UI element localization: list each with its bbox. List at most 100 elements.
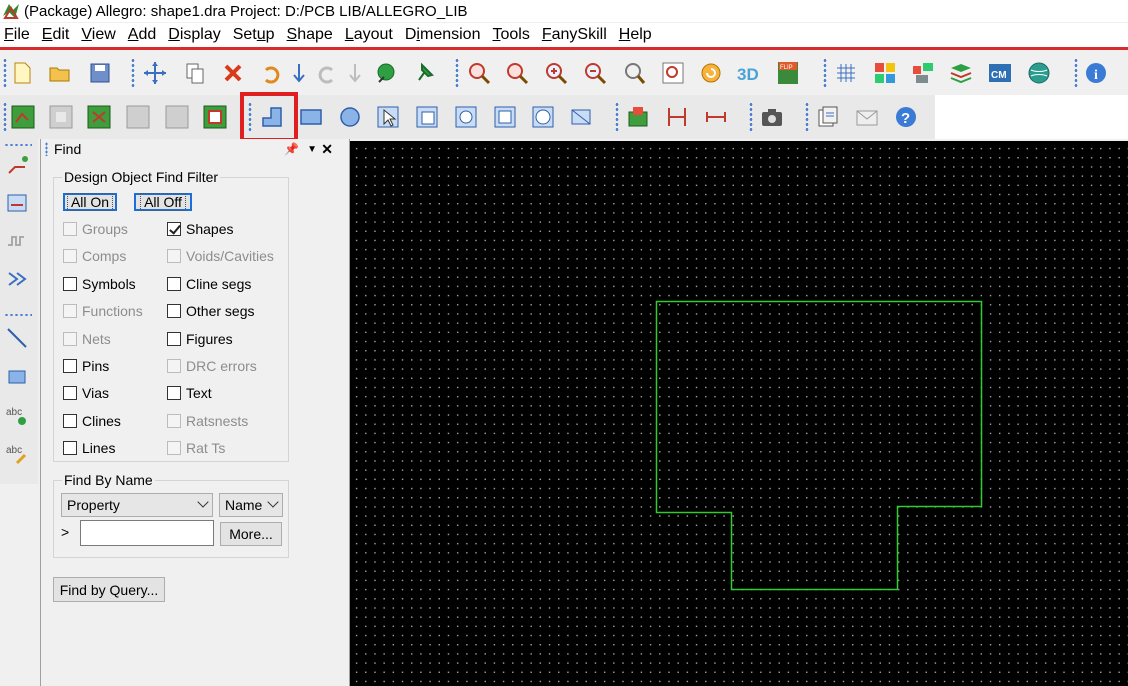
place-component-icon[interactable] [623,102,653,132]
name-select[interactable]: Name [219,493,283,517]
new-file-icon[interactable] [7,58,37,88]
dimension2-icon[interactable] [701,102,731,132]
checkbox-symbols[interactable]: Symbols [63,276,136,292]
zoom-points-icon[interactable] [502,58,532,88]
3d-view-icon[interactable]: 3D [734,58,764,88]
void-rect-icon[interactable] [490,102,520,132]
toolbar-grip[interactable] [455,58,459,88]
shape-add-circle-icon[interactable] [335,102,365,132]
checkbox-box[interactable] [167,222,181,236]
checkbox-clines[interactable]: Clines [63,413,121,429]
pin-icon[interactable] [409,58,439,88]
refresh-icon[interactable] [696,58,726,88]
menu-file[interactable]: File [4,26,30,44]
menu-edit[interactable]: Edit [42,26,70,44]
checkbox-box[interactable] [63,386,77,401]
checkbox-box[interactable] [167,386,181,401]
shape-boundary-icon[interactable] [200,102,230,132]
zoom-previous-icon[interactable] [619,58,649,88]
find-by-query-button[interactable]: Find by Query... [53,577,165,602]
toolbar-grip[interactable] [1074,58,1078,88]
shape-edit-icon[interactable] [84,102,114,132]
zoom-in-icon[interactable] [541,58,571,88]
toolbar-grip[interactable] [615,102,619,132]
merge-shapes-icon[interactable] [567,102,597,132]
menu-add[interactable]: Add [128,26,156,44]
canvas-splitter[interactable] [342,139,350,686]
close-icon[interactable]: ✕ [321,141,333,158]
checkbox-box[interactable] [167,276,181,291]
line-tool-icon[interactable] [3,324,31,352]
checkbox-lines[interactable]: Lines [63,440,115,456]
shape-outline[interactable] [655,300,983,591]
camera-icon[interactable] [757,102,787,132]
name-input[interactable] [80,520,214,546]
shape-add-icon[interactable] [8,102,38,132]
checkbox-box[interactable] [167,331,181,346]
checkbox-figures[interactable]: Figures [167,331,233,347]
checkbox-box[interactable] [63,441,77,456]
void-element-icon[interactable] [528,102,558,132]
checkbox-box[interactable] [63,413,77,428]
rect-tool-icon[interactable] [3,363,31,391]
green-pick-icon[interactable] [371,58,401,88]
menu-display[interactable]: Display [168,26,220,44]
menu-help[interactable]: Help [619,26,652,44]
manual-void-icon[interactable] [412,102,442,132]
menu-layout[interactable]: Layout [345,26,393,44]
zoom-out-icon[interactable] [580,58,610,88]
export-icon[interactable] [813,102,843,132]
more-button[interactable]: More... [220,522,282,546]
color-icon[interactable] [870,58,900,88]
dropdown-icon[interactable]: ▼ [307,144,317,155]
help-icon[interactable]: ? [891,102,921,132]
all-on-button[interactable]: All On [63,193,117,211]
checkbox-vias[interactable]: Vias [63,385,109,401]
zoom-world-icon[interactable] [658,58,688,88]
pin-icon[interactable]: 📌 [284,142,299,156]
dimension-icon[interactable] [662,102,692,132]
checkbox-cline-segs[interactable]: Cline segs [167,276,251,292]
stack-icon[interactable] [946,58,976,88]
checkbox-pins[interactable]: Pins [63,358,109,374]
select-shape-icon[interactable] [373,102,403,132]
open-folder-icon[interactable] [45,58,75,88]
panel-grip[interactable] [45,142,48,156]
design-canvas[interactable] [350,141,1128,686]
info-icon[interactable]: i [1081,58,1111,88]
menu-shape[interactable]: Shape [287,26,333,44]
move-icon[interactable] [140,58,170,88]
layer-visibility-icon[interactable] [908,58,938,88]
menu-setup[interactable]: Setup [233,26,275,44]
zoom-fit-icon[interactable] [464,58,494,88]
fanout-icon[interactable] [3,265,31,293]
cm-icon[interactable]: CM [985,58,1015,88]
checkbox-box[interactable] [63,359,77,373]
toolbar-grip[interactable] [3,102,7,132]
toolbar-grip[interactable] [805,102,809,132]
slide-icon[interactable] [3,189,31,217]
checkbox-box[interactable] [167,304,181,319]
menu-tools[interactable]: Tools [492,26,529,44]
toolbar-grip[interactable] [823,58,827,88]
toolbar-grip[interactable] [4,143,32,147]
toolbar-grip[interactable] [749,102,753,132]
route-icon[interactable] [3,151,31,179]
checkbox-shapes[interactable]: Shapes [167,221,233,237]
menu-dimension[interactable]: Dimension [405,26,481,44]
flip-icon[interactable]: FLIP [773,58,803,88]
add-text-icon[interactable]: abc [3,401,31,429]
all-off-button[interactable]: All Off [134,193,192,211]
shape-add-rect-icon[interactable] [296,102,326,132]
arrow-down-icon[interactable] [284,58,314,88]
checkbox-other-segs[interactable]: Other segs [167,303,254,319]
property-select[interactable]: Property [61,493,213,517]
edit-text-icon[interactable]: abc [3,439,31,467]
globe-icon[interactable] [1024,58,1054,88]
toolbar-grip[interactable] [131,58,135,88]
grid-icon[interactable] [831,58,861,88]
toolbar-grip[interactable] [4,313,32,317]
save-icon[interactable] [85,58,115,88]
menu-fanyskill[interactable]: FanySkill [542,26,607,44]
delete-icon[interactable] [218,58,248,88]
